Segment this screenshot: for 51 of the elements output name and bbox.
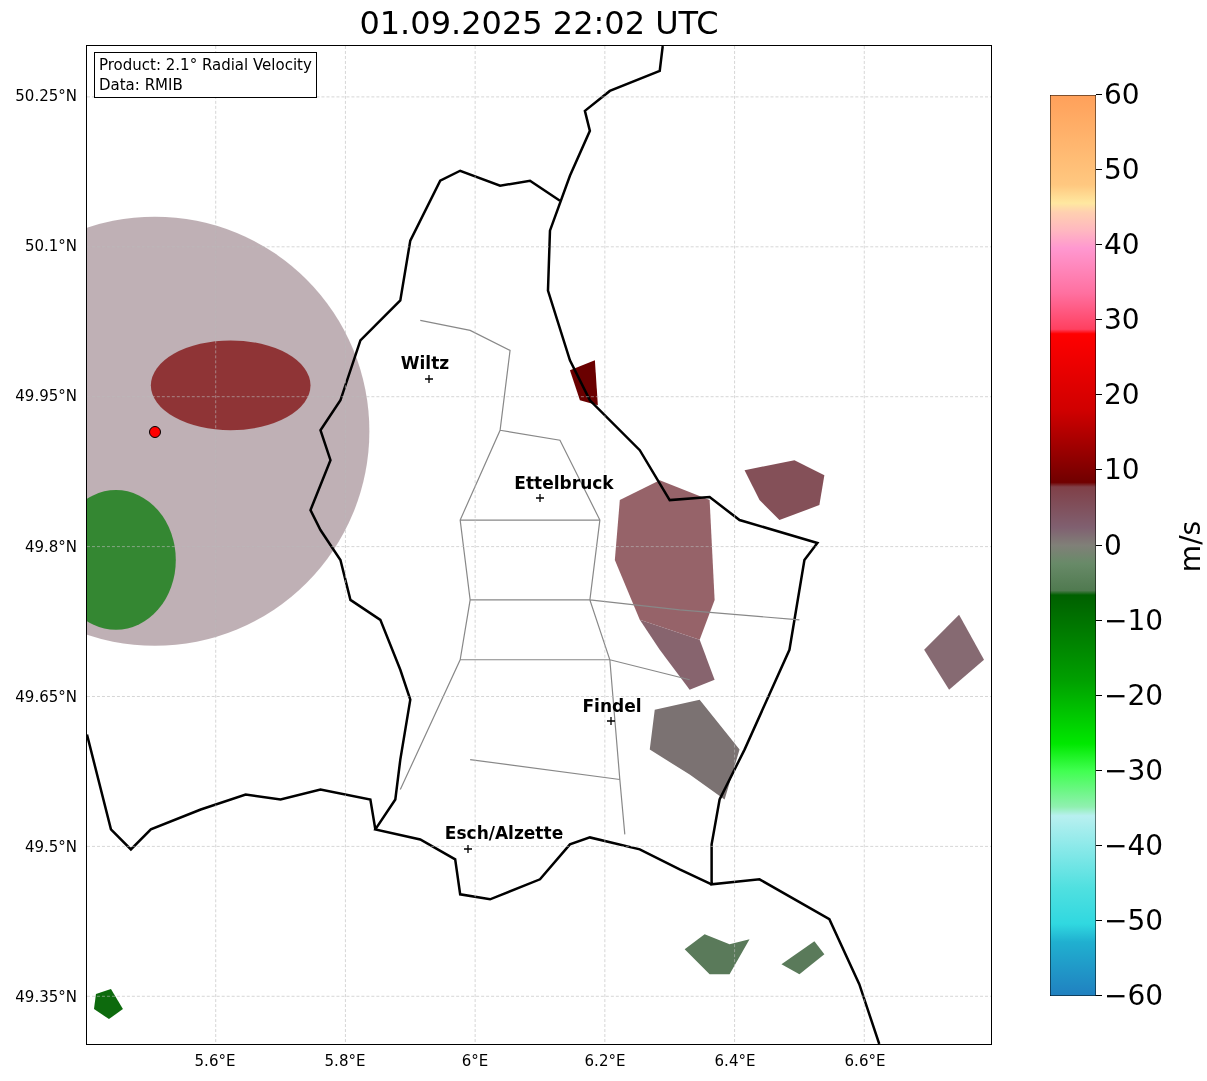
tick-mark (1096, 769, 1102, 771)
city-label: Findel (582, 699, 642, 713)
colorbar-tick-label: −40 (1104, 828, 1164, 863)
tick-mark (1096, 919, 1102, 921)
city-marker-icon (536, 494, 544, 502)
longitude-label: 6.4°E (713, 1052, 757, 1070)
latitude-label: 49.95°N (15, 387, 77, 406)
colorbar-tick-label: 20 (1104, 378, 1140, 413)
longitude-label: 5.6°E (193, 1052, 237, 1070)
colorbar-tick-label: −10 (1104, 603, 1164, 638)
tick-mark (1096, 394, 1102, 396)
colorbar-tick-label: 50 (1104, 153, 1140, 188)
latitude-label: 49.8°N (24, 537, 77, 556)
colorbar-tick-label: 10 (1104, 453, 1140, 488)
longitude-label: 6°E (460, 1052, 490, 1070)
longitude-label: 6.6°E (843, 1052, 887, 1070)
latitude-label: 49.35°N (15, 988, 77, 1007)
city-label: Wiltz (400, 356, 450, 370)
latitude-label: 50.25°N (15, 87, 77, 105)
city-label: Esch/Alzette (444, 826, 564, 840)
city-marker-icon (607, 717, 615, 725)
tick-mark (1096, 94, 1102, 95)
tick-mark (1096, 319, 1102, 321)
latitude-label: 49.5°N (24, 838, 77, 856)
colorbar-tick-label: −20 (1104, 678, 1164, 713)
chart-title: 01.09.2025 22:02 UTC (358, 4, 720, 42)
tick-mark (1096, 694, 1102, 696)
colorbar-tick-label: −60 (1104, 979, 1164, 1013)
city-label: Ettelbruck (514, 476, 614, 490)
info-text: Product: 2.1° Radial Velocity (99, 55, 312, 75)
colorbar-label: m/s (1174, 520, 1207, 573)
latitude-label: 50.1°N (24, 237, 77, 256)
tick-mark (1096, 844, 1102, 846)
colorbar-tick-label: −50 (1104, 903, 1164, 938)
tick-mark (1096, 169, 1102, 171)
latitude-label: 49.65°N (15, 687, 77, 706)
info-text: Data: RMIB (99, 75, 184, 95)
longitude-label: 6.2°E (583, 1052, 627, 1070)
city-marker-icon (425, 375, 433, 383)
colorbar-tick-label: 60 (1104, 78, 1140, 112)
colorbar-tick-label: 40 (1104, 228, 1140, 263)
city-marker-icon (464, 845, 472, 853)
longitude-label: 5.8°E (323, 1052, 367, 1070)
tick-mark (1096, 544, 1102, 546)
tick-mark (1096, 244, 1102, 246)
colorbar-tick-label: 0 (1104, 528, 1122, 563)
tick-mark (1096, 619, 1102, 621)
colorbar-tick-label: −30 (1104, 753, 1164, 788)
tick-mark (1096, 995, 1102, 996)
colorbar-tick-label: 30 (1104, 303, 1140, 338)
tick-mark (1096, 469, 1102, 471)
